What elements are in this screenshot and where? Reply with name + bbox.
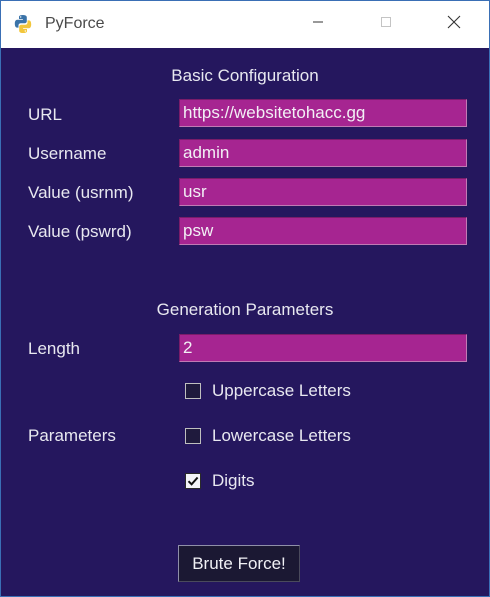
usrnm-value-input[interactable]: [179, 178, 467, 206]
pswrd-value-input[interactable]: [179, 217, 467, 245]
main-panel: Basic Configuration URL Username Value (…: [1, 48, 489, 596]
pswrd-value-label: Value (pswrd): [28, 222, 132, 241]
window-title: PyForce: [45, 15, 105, 32]
python-icon: [13, 14, 33, 34]
uppercase-checkbox[interactable]: Uppercase Letters: [185, 381, 351, 401]
minimize-icon: [312, 15, 324, 33]
digits-checkbox[interactable]: Digits: [185, 471, 255, 491]
basic-config-heading: Basic Configuration: [171, 66, 319, 85]
maximize-button[interactable]: [363, 1, 409, 47]
title-bar[interactable]: PyForce: [1, 1, 489, 47]
usrnm-value-label: Value (usrnm): [28, 183, 134, 202]
url-input[interactable]: [179, 99, 467, 127]
maximize-icon: [380, 15, 392, 33]
brute-force-button[interactable]: Brute Force!: [178, 545, 300, 582]
close-button[interactable]: [431, 1, 477, 47]
minimize-button[interactable]: [295, 1, 341, 47]
app-window: PyForce Basic Configuration URL Username…: [0, 0, 490, 597]
checkbox-unchecked-icon: [185, 383, 201, 399]
lowercase-label: Lowercase Letters: [212, 426, 351, 445]
uppercase-label: Uppercase Letters: [212, 381, 351, 400]
username-label: Username: [28, 144, 107, 163]
url-label: URL: [28, 105, 63, 124]
lowercase-checkbox[interactable]: Lowercase Letters: [185, 426, 351, 446]
parameters-label: Parameters: [28, 426, 116, 445]
username-input[interactable]: [179, 139, 467, 167]
length-label: Length: [28, 339, 80, 358]
digits-label: Digits: [212, 471, 255, 490]
generation-params-heading: Generation Parameters: [156, 300, 334, 319]
checkmark-icon: [185, 473, 201, 489]
checkbox-unchecked-icon: [185, 428, 201, 444]
length-input[interactable]: [179, 334, 467, 362]
close-icon: [447, 15, 461, 34]
